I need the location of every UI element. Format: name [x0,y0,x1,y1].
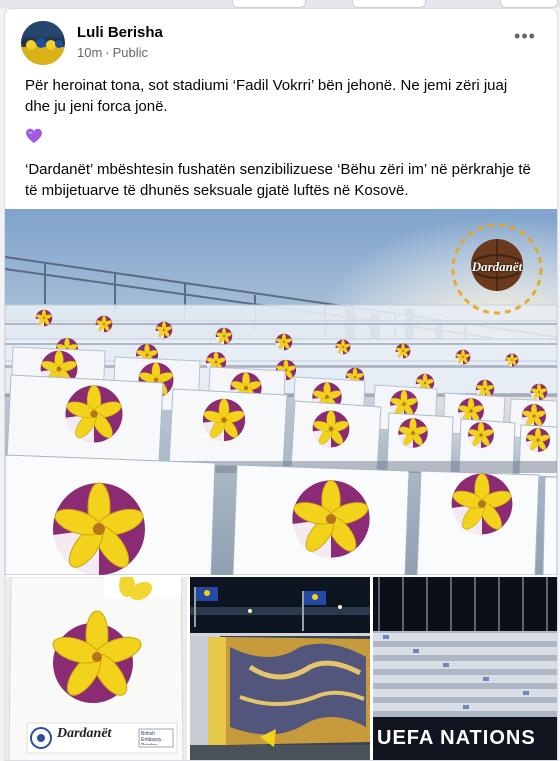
post-meta: 10m · Public [77,45,149,60]
top-tab[interactable] [352,0,426,8]
purple-heart-icon [25,127,43,145]
stadium-seats-photo[interactable]: Dardanët [5,209,557,575]
avatar[interactable] [21,21,65,65]
post-text: Për heroinat tona, sot stadiumi ‘Fadil V… [25,75,535,201]
tifo-photo[interactable] [190,577,370,760]
bag-brand-text: Dardanët [57,726,112,741]
uefa-stadium-photo[interactable]: UEFA NATIONS [373,577,557,760]
top-tab[interactable] [500,0,558,8]
post-paragraph-2: ‘Dardanët’ mbështesin fushatën senzibili… [25,161,531,199]
post-paragraph-1: Për heroinat tona, sot stadiumi ‘Fadil V… [25,77,508,115]
bag-photo[interactable]: Dardanët British Embassy Pristina [5,577,187,760]
audience-label: Public [112,45,149,60]
post-card: Luli Berisha 10m · Public ••• Për heroinat… [4,8,558,761]
post-header: Luli Berisha 10m · Public ••• [21,21,541,65]
post-time[interactable]: 10m [77,45,102,60]
top-tab[interactable] [232,0,306,8]
bag-partner-text: British Embassy Pristina [141,731,162,745]
author-name[interactable]: Luli Berisha [77,24,163,41]
browser-top-strip [0,0,560,8]
uefa-banner-text: UEFA NATIONS [377,727,536,749]
more-options-button[interactable]: ••• [509,27,541,51]
logo-text: Dardanët [471,259,523,274]
